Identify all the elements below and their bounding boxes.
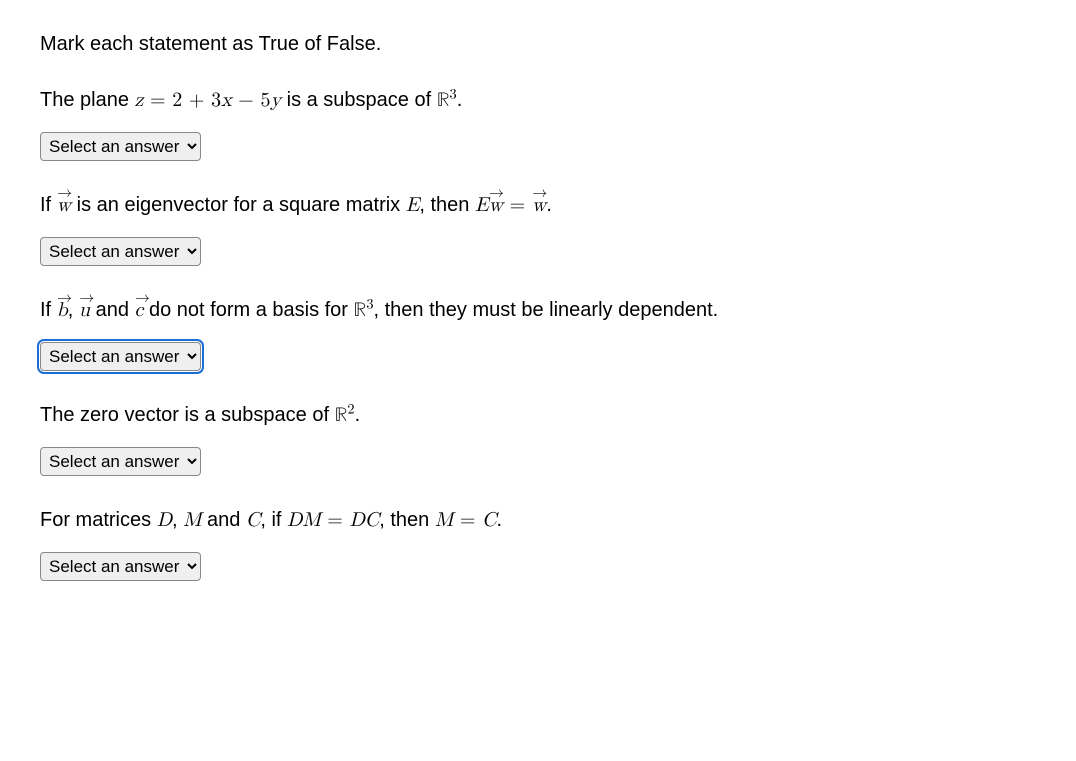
q3-end: , then they must be linearly dependent. [374, 299, 719, 321]
question-5-text: For matrices D, M and C, if DM = DC, the… [40, 506, 1036, 534]
q5-C2: C [482, 510, 496, 530]
question-3: If b, u and c do not form a basis for ℝ3… [40, 296, 1036, 371]
q5-M: M [183, 510, 201, 530]
q5-then: , then [379, 509, 435, 531]
question-3-text: If b, u and c do not form a basis for ℝ3… [40, 296, 1036, 324]
answer-select-3[interactable]: Select an answer [40, 342, 201, 371]
q5-sep1: , [172, 509, 183, 531]
q5-prefix: For matrices [40, 509, 157, 531]
question-4: The zero vector is a subspace of ℝ2. Sel… [40, 401, 1036, 476]
q2-E2: E [475, 195, 489, 215]
question-2-text: If w is an eigenvector for a square matr… [40, 191, 1036, 219]
q5-and: and [201, 509, 245, 531]
q1-prefix: The plane [40, 89, 135, 111]
q2-eq: = [503, 195, 532, 215]
q3-vec-u: u [79, 296, 90, 324]
q5-eq1: = [321, 510, 350, 530]
q3-space: ℝ [354, 300, 367, 320]
q2-prefix: If [40, 194, 57, 216]
q1-var-y: y [271, 90, 282, 110]
q2-mid1: is an eigenvector for a square matrix [71, 194, 406, 216]
answer-select-1[interactable]: Select an answer [40, 132, 201, 161]
q4-exp: 2 [347, 401, 354, 416]
q4-prefix: The zero vector is a subspace of [40, 404, 335, 426]
q1-eq: = [143, 90, 172, 110]
answer-select-2[interactable]: Select an answer [40, 237, 201, 266]
q1-end: . [457, 89, 463, 111]
q5-C: C [246, 510, 260, 530]
q2-vec-w2: w [489, 191, 503, 219]
q1-var-x: x [221, 90, 232, 110]
answer-select-5[interactable]: Select an answer [40, 552, 201, 581]
q4-space: ℝ [335, 405, 348, 425]
q3-mid: do not form a basis for [143, 299, 353, 321]
q5-DC-C: C [365, 510, 379, 530]
q2-E: E [406, 195, 420, 215]
q3-prefix: If [40, 299, 57, 321]
q3-vec-c: c [135, 296, 144, 324]
q3-vec-b: b [57, 296, 68, 324]
question-1: The plane z = 2 + 3x − 5y is a subspace … [40, 86, 1036, 161]
q5-eq2: = [453, 510, 482, 530]
q2-mid2: , then [419, 194, 475, 216]
question-5: For matrices D, M and C, if DM = DC, the… [40, 506, 1036, 581]
q1-mid: is a subspace of [281, 89, 437, 111]
question-4-text: The zero vector is a subspace of ℝ2. [40, 401, 1036, 429]
q1-exp: 3 [450, 86, 457, 101]
q1-space: ℝ [437, 90, 450, 110]
q5-mid: , if [260, 509, 287, 531]
question-intro: Mark each statement as True of False. [40, 30, 1036, 58]
q5-D: D [157, 510, 172, 530]
q5-DM-D: D [287, 510, 302, 530]
q1-rhs-const: 2 + 3 [172, 90, 221, 110]
q3-and: and [90, 299, 134, 321]
q1-minus: − 5 [232, 90, 271, 110]
q2-vec-w3: w [532, 191, 546, 219]
q4-end: . [355, 404, 361, 426]
q5-DM-M: M [302, 510, 320, 530]
q5-M2: M [435, 510, 453, 530]
question-1-text: The plane z = 2 + 3x − 5y is a subspace … [40, 86, 1036, 114]
q3-exp: 3 [366, 296, 373, 311]
q5-DC-D: D [350, 510, 365, 530]
q2-vec-w1: w [57, 191, 71, 219]
question-2: If w is an eigenvector for a square matr… [40, 191, 1036, 266]
q5-end: . [497, 509, 503, 531]
answer-select-4[interactable]: Select an answer [40, 447, 201, 476]
